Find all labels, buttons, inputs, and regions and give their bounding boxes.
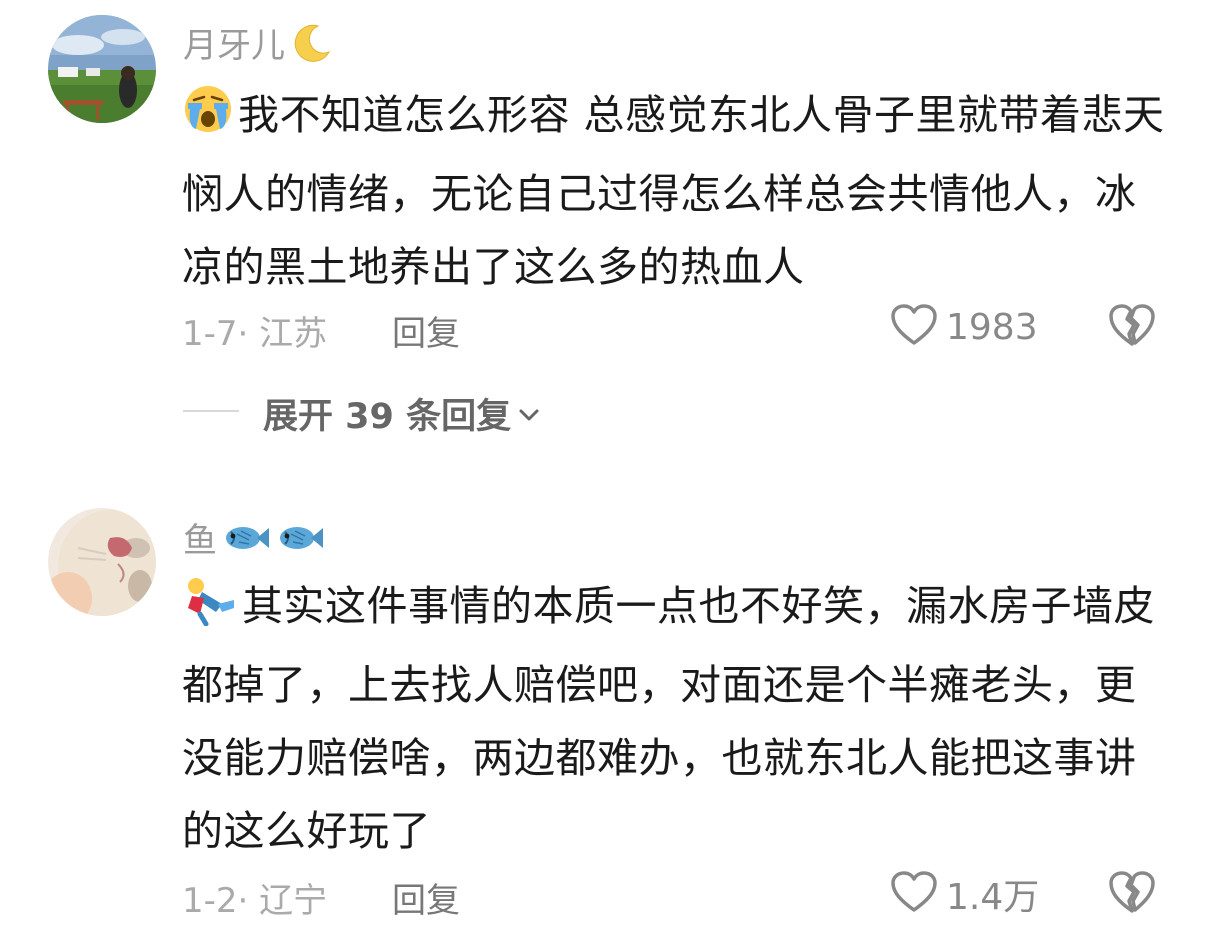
like-button[interactable]: 1.4万 <box>890 869 1039 919</box>
username[interactable]: 鱼 <box>183 513 325 565</box>
avatar[interactable] <box>48 508 156 616</box>
like-count: 1.4万 <box>946 877 1040 918</box>
date-location: 1-2· 辽宁 <box>182 881 328 921</box>
reply-button[interactable]: 回复 <box>392 873 460 922</box>
heart-outline-icon <box>890 870 938 918</box>
comment-meta: 1-2· 辽宁 回复 1.4万 <box>0 871 1206 923</box>
fish-icon <box>223 520 271 565</box>
comment-text-content: 其实这件事情的本质一点也不好笑，漏水房子墙皮都掉了，上去找人赔偿吧，对面还是个半… <box>182 582 1155 855</box>
comment-2: 鱼 其实这件事情的本质一点也不好笑，漏水房子墙皮都掉了，上去找人赔偿吧，对面还是… <box>0 0 1206 947</box>
falling-person-icon <box>182 574 238 649</box>
fish-icon <box>277 520 325 565</box>
broken-heart-icon <box>1108 871 1156 919</box>
avatar-image <box>48 508 156 616</box>
username-text: 鱼 <box>183 521 217 561</box>
dislike-button[interactable] <box>1108 869 1156 919</box>
comment-text: 其实这件事情的本质一点也不好笑，漏水房子墙皮都掉了，上去找人赔偿吧，对面还是个半… <box>182 570 1172 868</box>
